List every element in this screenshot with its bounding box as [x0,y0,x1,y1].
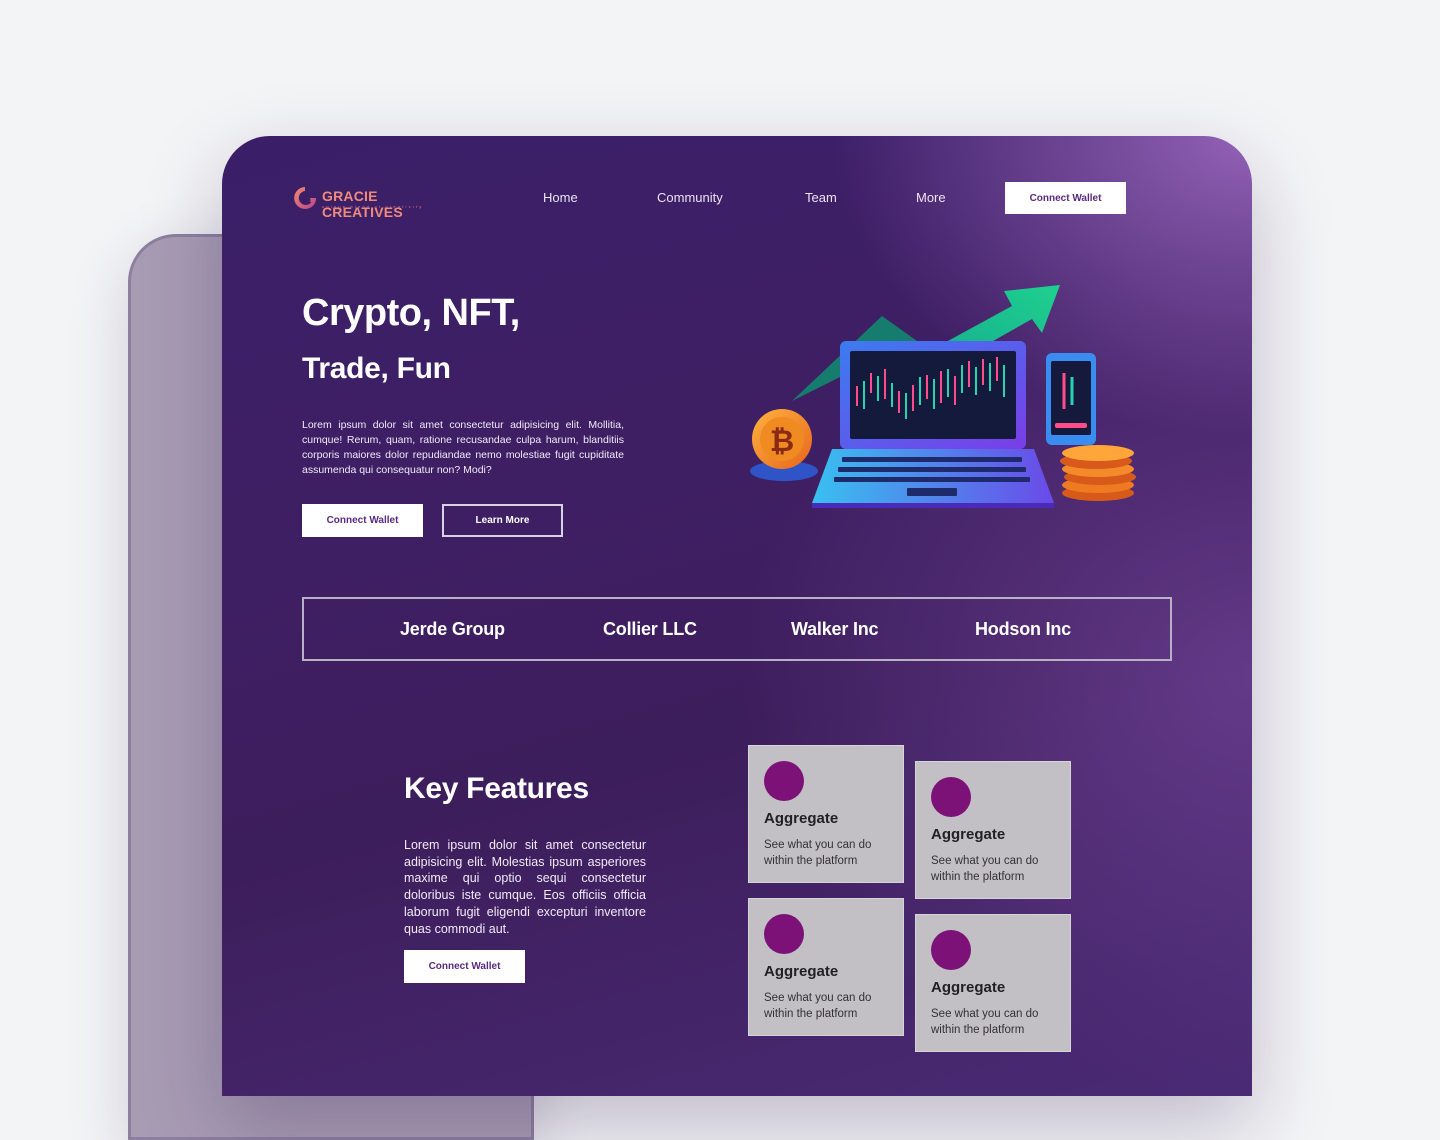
hero-subtitle: Trade, Fun [302,352,451,385]
partner-jerde-group: Jerde Group [400,619,505,639]
feature-circle-icon [931,777,971,817]
nav-more[interactable]: More [916,190,946,205]
feature-card[interactable]: Aggregate See what you can do within the… [748,745,904,883]
landing-page-frame: GRACIE CREATIVES unique blend of creativ… [222,136,1252,1096]
feature-circle-icon [764,761,804,801]
hero-connect-wallet-button[interactable]: Connect Wallet [302,504,423,537]
nav-community[interactable]: Community [657,190,723,205]
learn-more-button[interactable]: Learn More [442,504,563,537]
feature-card-title: Aggregate [764,810,839,827]
crypto-laptop-illustration: ₿ [750,285,1136,508]
key-features-description: Lorem ipsum dolor sit amet consectetur a… [404,838,646,936]
brand-logo[interactable]: GRACIE CREATIVES unique blend of creativ… [292,182,452,220]
letter-g-logo-icon [294,187,316,209]
feature-circle-icon [764,914,804,954]
nav-home[interactable]: Home [543,190,578,205]
feature-card-description: See what you can do within the platform [764,992,872,1020]
svg-text:₿: ₿ [770,424,794,459]
feature-circle-icon [931,930,971,970]
nav-team[interactable]: Team [805,190,837,205]
features-connect-wallet-button[interactable]: Connect Wallet [404,950,525,983]
hero-description: Lorem ipsum dolor sit amet consectetur a… [302,419,624,476]
feature-card-title: Aggregate [764,963,839,980]
feature-card-description: See what you can do within the platform [764,839,872,867]
feature-card-description: See what you can do within the platform [931,855,1039,883]
feature-card[interactable]: Aggregate See what you can do within the… [748,898,904,1036]
partner-collier-llc: Collier LLC [603,619,697,639]
feature-card-title: Aggregate [931,826,1006,843]
feature-card-title: Aggregate [931,979,1006,996]
feature-card-description: See what you can do within the platform [931,1008,1039,1036]
nav-connect-wallet-button[interactable]: Connect Wallet [1005,182,1126,214]
feature-card[interactable]: Aggregate See what you can do within the… [915,914,1071,1052]
key-features-title: Key Features [404,772,589,805]
partner-walker-inc: Walker Inc [791,619,879,639]
partners-strip: Jerde Group Collier LLC Walker Inc Hodso… [302,597,1172,661]
feature-card[interactable]: Aggregate See what you can do within the… [915,761,1071,899]
partner-hodson-inc: Hodson Inc [975,619,1071,639]
brand-tagline: unique blend of creativity [322,204,424,209]
hero-title: Crypto, NFT, [302,292,520,334]
